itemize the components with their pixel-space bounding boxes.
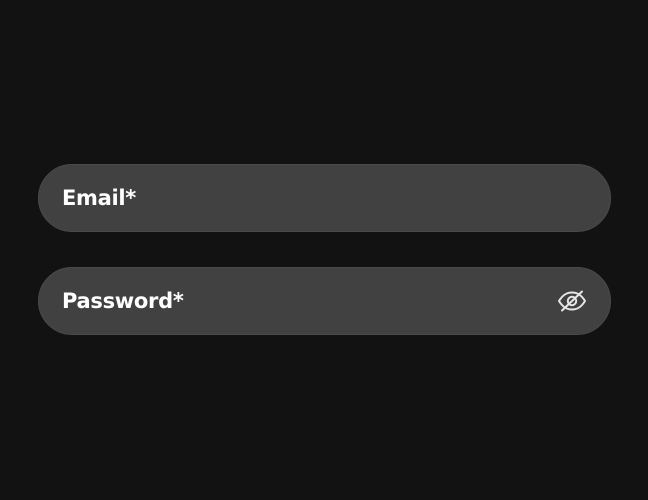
password-visibility-toggle[interactable] xyxy=(556,285,588,317)
password-field[interactable] xyxy=(62,268,546,334)
login-form xyxy=(38,164,611,335)
eye-off-icon xyxy=(558,290,586,312)
password-field-container xyxy=(38,267,611,335)
email-field[interactable] xyxy=(62,165,588,231)
email-field-container xyxy=(38,164,611,232)
